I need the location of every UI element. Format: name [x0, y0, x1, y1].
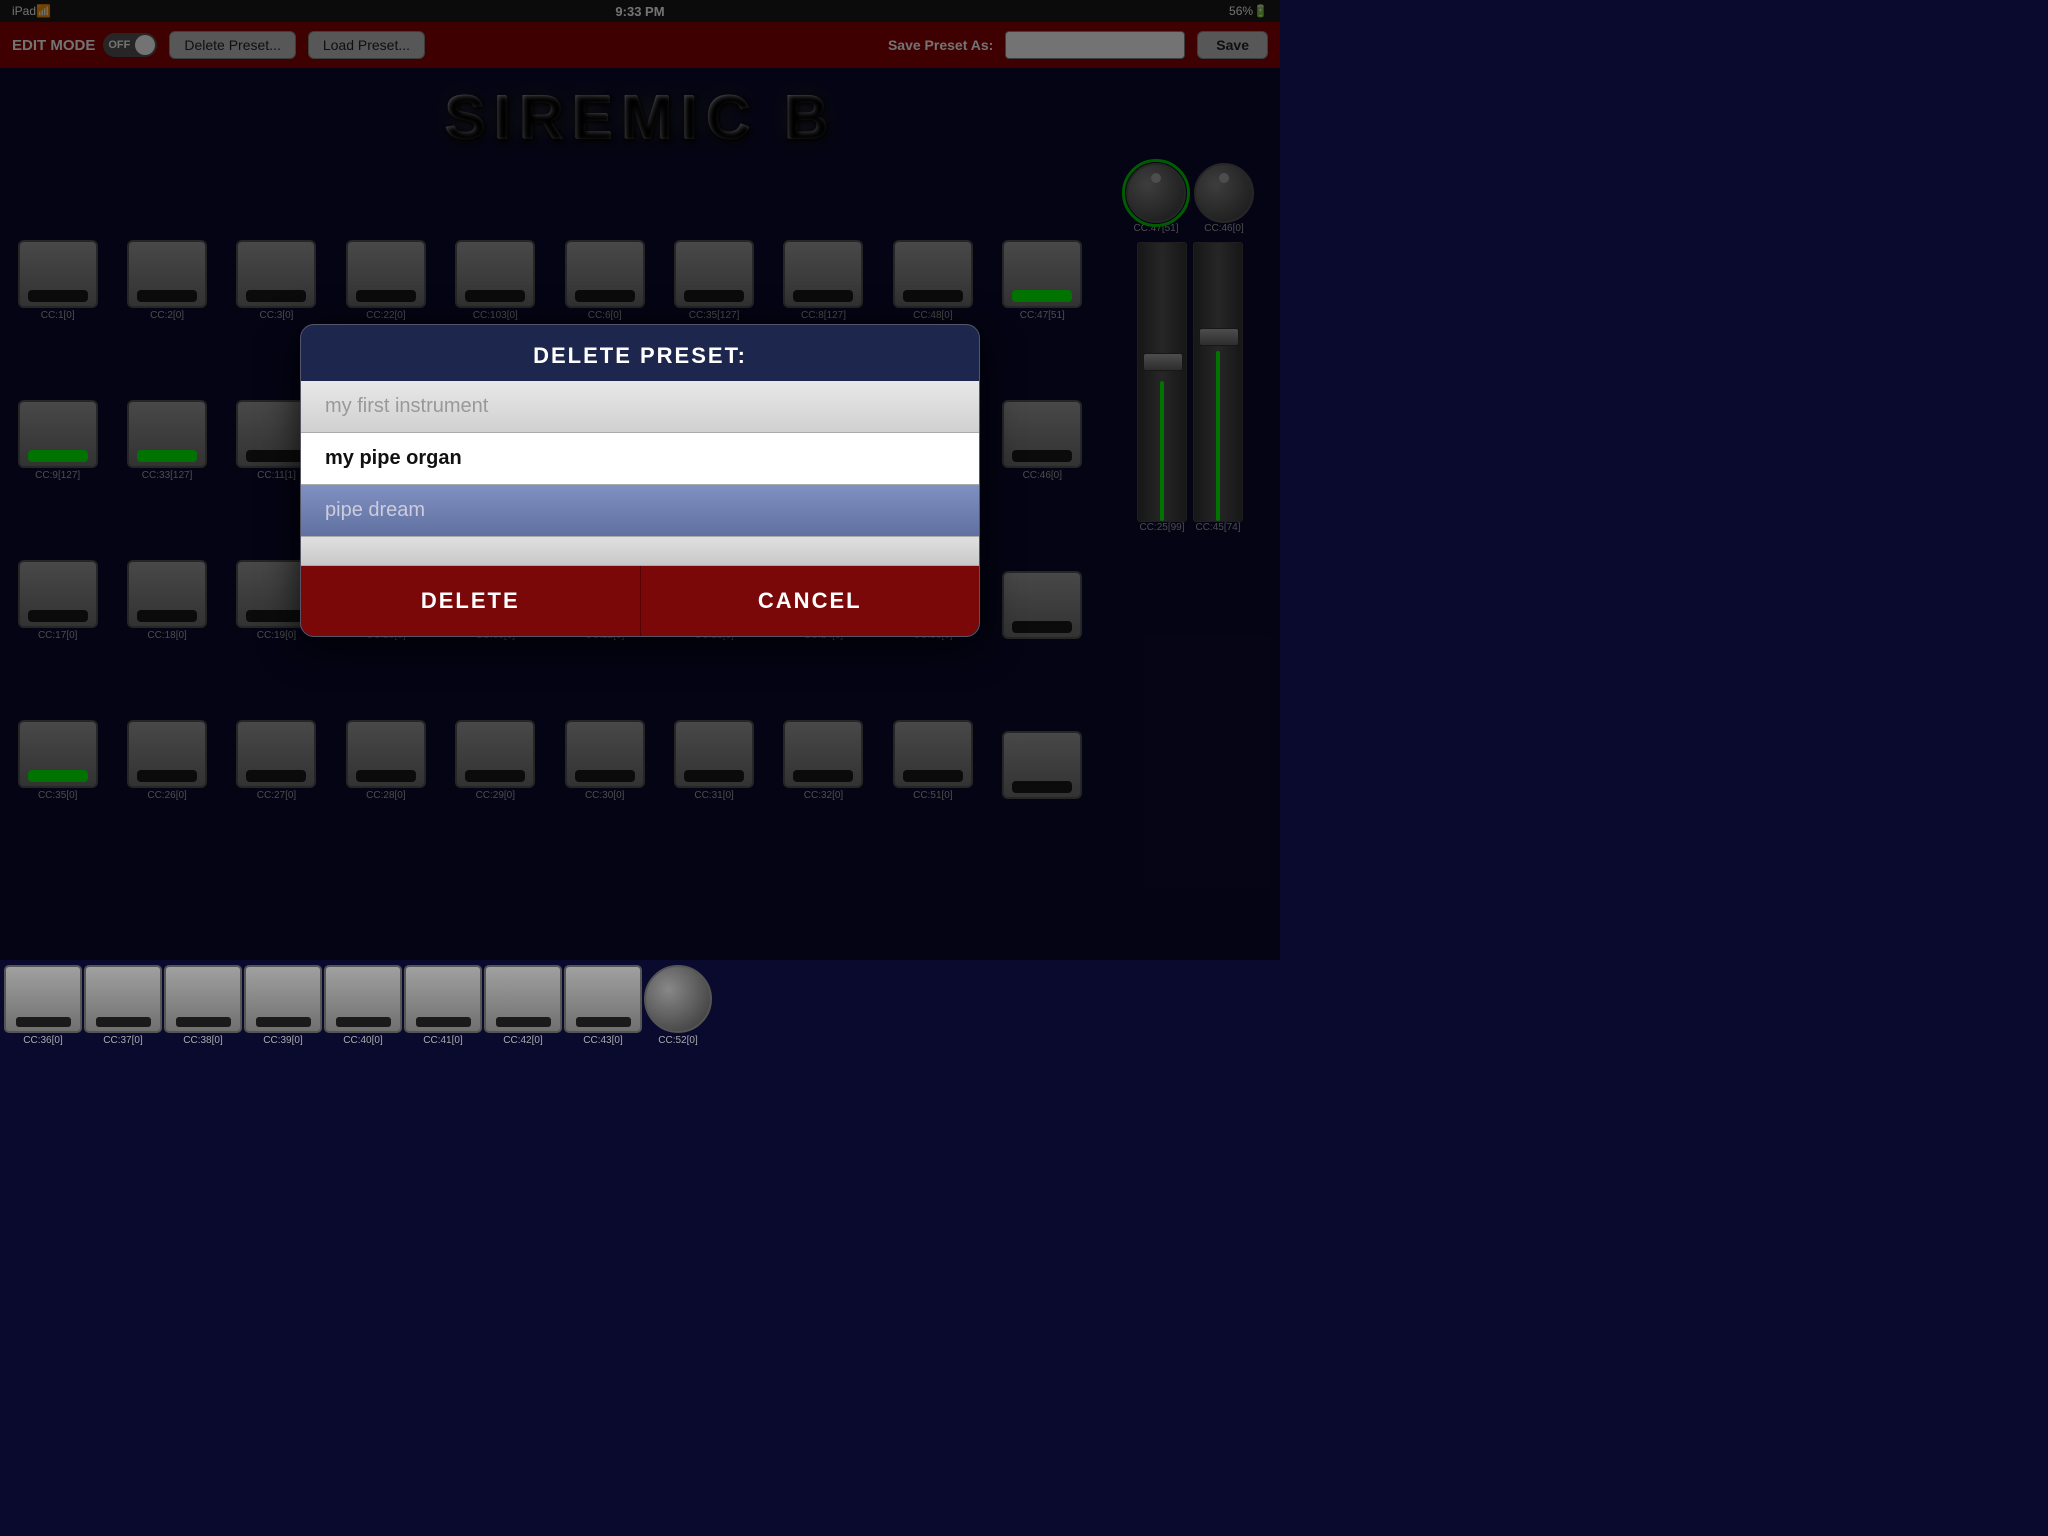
bottom-pad-label-2: CC:38[0]	[183, 1035, 222, 1046]
bottom-pad-cell-6: CC:42[0]	[484, 965, 562, 1061]
bottom-pad-inner-7	[576, 1017, 631, 1027]
bottom-pad-6[interactable]	[484, 965, 562, 1033]
bottom-pad-inner-3	[256, 1017, 311, 1027]
bottom-pad-label-6: CC:42[0]	[503, 1035, 542, 1046]
delete-confirm-button[interactable]: DELETE	[301, 566, 640, 636]
bottom-pad-2[interactable]	[164, 965, 242, 1033]
bottom-pad-cell-4: CC:40[0]	[324, 965, 402, 1061]
modal-list-item-1[interactable]: my pipe organ	[301, 433, 979, 485]
bottom-pad-cell-7: CC:43[0]	[564, 965, 642, 1061]
bottom-pad-inner-6	[496, 1017, 551, 1027]
bottom-pad-5[interactable]	[404, 965, 482, 1033]
knob-cc52-label: CC:52[0]	[658, 1035, 697, 1046]
bottom-pad-cell-2: CC:38[0]	[164, 965, 242, 1061]
bottom-pad-label-4: CC:40[0]	[343, 1035, 382, 1046]
bottom-pad-label-0: CC:36[0]	[23, 1035, 62, 1046]
cancel-button[interactable]: CANCEL	[640, 566, 980, 636]
bottom-pad-cell-5: CC:41[0]	[404, 965, 482, 1061]
modal-list-item-2[interactable]: pipe dream	[301, 485, 979, 537]
bottom-pad-inner-0	[16, 1017, 71, 1027]
bottom-pad-cell-3: CC:39[0]	[244, 965, 322, 1061]
bottom-pad-inner-2	[176, 1017, 231, 1027]
knob-cc52[interactable]	[644, 965, 712, 1033]
delete-preset-overlay: DELETE PRESET: my first instrumentmy pip…	[0, 0, 1280, 960]
modal-list-item-3[interactable]	[301, 537, 979, 566]
bottom-pad-cell-0: CC:36[0]	[4, 965, 82, 1061]
bottom-pad-label-1: CC:37[0]	[103, 1035, 142, 1046]
delete-preset-modal: DELETE PRESET: my first instrumentmy pip…	[300, 324, 980, 637]
modal-list: my first instrumentmy pipe organpipe dre…	[301, 381, 979, 566]
bottom-row: CC:36[0] CC:37[0] CC:38[0] CC:39[0] CC:40[0]…	[0, 961, 1280, 1061]
bottom-pad-4[interactable]	[324, 965, 402, 1033]
bottom-pad-cell-1: CC:37[0]	[84, 965, 162, 1061]
bottom-pad-inner-1	[96, 1017, 151, 1027]
bottom-pad-0[interactable]	[4, 965, 82, 1033]
bottom-pad-3[interactable]	[244, 965, 322, 1033]
bottom-pad-cell-8: CC:52[0]	[644, 965, 712, 1061]
modal-list-item-0[interactable]: my first instrument	[301, 381, 979, 433]
bottom-pad-7[interactable]	[564, 965, 642, 1033]
bottom-pad-1[interactable]	[84, 965, 162, 1033]
bottom-pad-inner-4	[336, 1017, 391, 1027]
bottom-pad-label-3: CC:39[0]	[263, 1035, 302, 1046]
bottom-pad-inner-5	[416, 1017, 471, 1027]
modal-buttons: DELETE CANCEL	[301, 566, 979, 636]
bottom-pad-label-7: CC:43[0]	[583, 1035, 622, 1046]
modal-title: DELETE PRESET:	[301, 325, 979, 381]
bottom-pad-label-5: CC:41[0]	[423, 1035, 462, 1046]
